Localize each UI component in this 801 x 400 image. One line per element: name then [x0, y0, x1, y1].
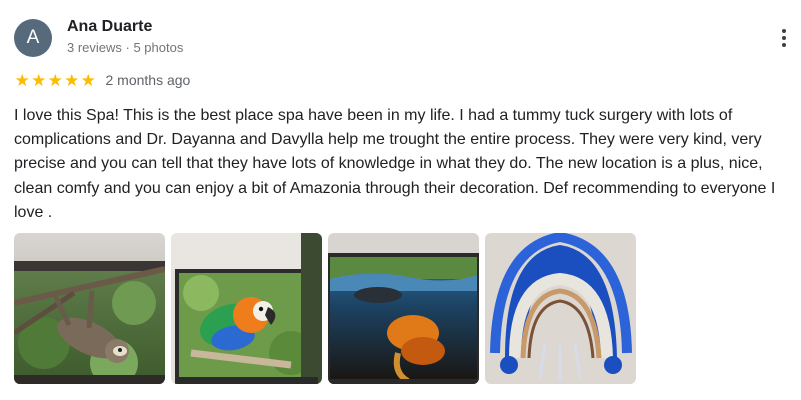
sloth-image — [14, 233, 165, 384]
review-photo-underwater[interactable] — [328, 233, 479, 384]
more-options-button[interactable] — [772, 24, 796, 52]
underwater-image — [328, 233, 479, 384]
review-photo-sloth[interactable] — [14, 233, 165, 384]
avatar-initial: A — [26, 27, 40, 48]
rating-row: ★ ★ ★ ★ ★ 2 months ago — [14, 70, 191, 90]
reviewer-name[interactable]: Ana Duarte — [67, 18, 152, 36]
review-date: 2 months ago — [105, 72, 191, 88]
review-text: I love this Spa! This is the best place … — [14, 107, 776, 221]
star-icon: ★ — [31, 70, 47, 90]
review-photo-headdress[interactable] — [485, 233, 636, 384]
star-icon: ★ — [80, 70, 96, 90]
avatar[interactable]: A — [14, 19, 52, 57]
reviewer-meta: 3 reviews · 5 photos — [67, 40, 184, 55]
review-photo-macaw[interactable] — [171, 233, 322, 384]
star-icon: ★ — [14, 70, 30, 90]
headdress-image — [485, 233, 636, 384]
star-icon: ★ — [64, 70, 80, 90]
star-rating: ★ ★ ★ ★ ★ — [14, 72, 97, 89]
macaw-image — [171, 233, 322, 384]
star-icon: ★ — [47, 70, 63, 90]
more-vert-icon — [782, 29, 786, 33]
review-photos — [14, 233, 636, 384]
